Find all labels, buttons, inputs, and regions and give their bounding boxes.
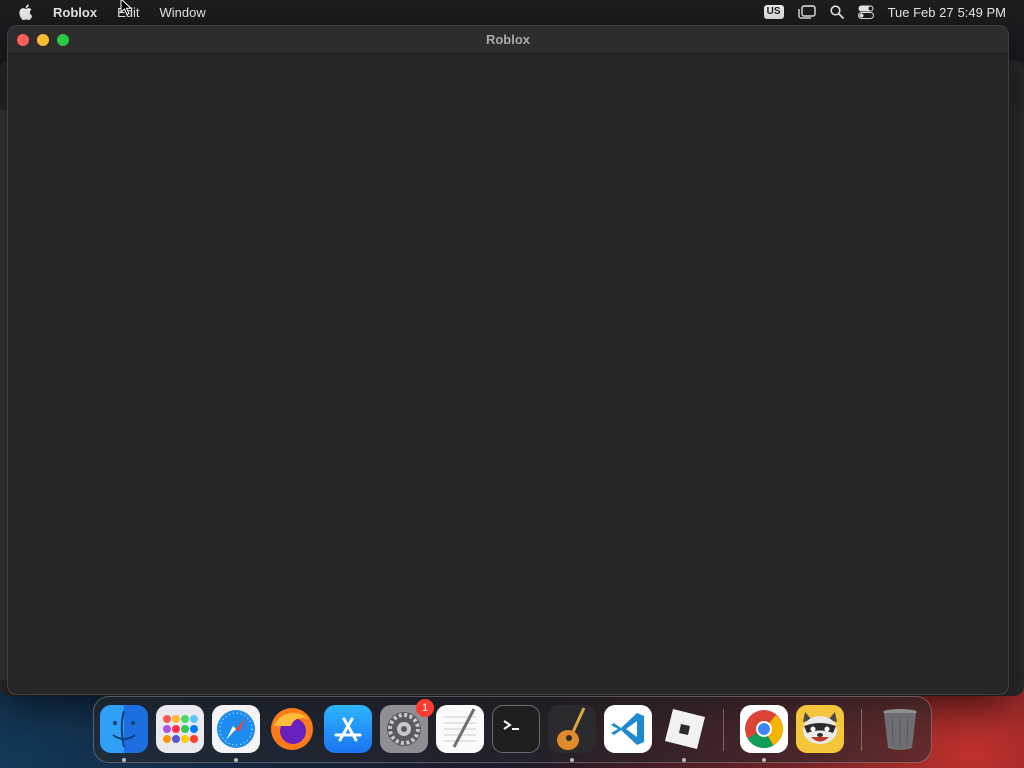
keyboard-layout-label: US <box>763 5 784 19</box>
dock: 1 <box>93 696 932 763</box>
raccoon-app-icon[interactable] <box>796 705 844 753</box>
stage-manager-icon[interactable] <box>797 5 816 19</box>
garageband-icon[interactable] <box>548 705 596 753</box>
menu-app-name[interactable]: Roblox <box>53 5 97 20</box>
spotlight-search-icon[interactable] <box>829 5 844 19</box>
garageband-running-indicator <box>570 758 574 762</box>
finder-icon[interactable] <box>100 705 148 753</box>
apple-menu-icon[interactable] <box>19 4 35 21</box>
terminal-icon[interactable] <box>492 705 540 753</box>
menu-bar-clock[interactable]: Tue Feb 27 5:49 PM <box>888 5 1006 20</box>
roblox-icon[interactable] <box>660 705 708 753</box>
window-title: Roblox <box>485 32 531 47</box>
settings-notification-badge: 1 <box>416 699 434 717</box>
safari-running-indicator <box>234 758 238 762</box>
textedit-icon[interactable] <box>436 705 484 753</box>
window-title-bar[interactable]: Roblox <box>8 26 1008 54</box>
clock-date: Tue Feb 27 <box>887 4 954 20</box>
window-content[interactable] <box>8 55 1008 694</box>
roblox-window[interactable]: Roblox <box>7 25 1009 695</box>
chrome-icon[interactable] <box>740 705 788 753</box>
safari-icon[interactable] <box>212 705 260 753</box>
trash-icon[interactable] <box>876 705 924 753</box>
status-area: US Tue Feb 27 5:49 PM <box>763 0 1024 24</box>
mouse-cursor-icon <box>120 0 133 16</box>
clock-time: 5:49 PM <box>957 4 1006 20</box>
app-store-icon[interactable] <box>324 705 372 753</box>
menu-window[interactable]: Window <box>159 5 205 20</box>
firefox-icon[interactable] <box>268 705 316 753</box>
launchpad-icon[interactable] <box>156 705 204 753</box>
dock-separator-trash <box>861 709 862 751</box>
system-settings-icon[interactable]: 1 <box>380 699 434 753</box>
roblox-running-indicator <box>682 758 686 762</box>
vscode-icon[interactable] <box>604 705 652 753</box>
chrome-running-indicator <box>762 758 766 762</box>
finder-running-indicator <box>122 758 126 762</box>
control-center-icon[interactable] <box>857 5 874 19</box>
dock-separator <box>723 709 724 751</box>
menu-bar: Roblox Edit Window US Tue Feb 275:49 PM <box>0 0 1024 24</box>
input-source-indicator[interactable]: US <box>763 5 784 19</box>
